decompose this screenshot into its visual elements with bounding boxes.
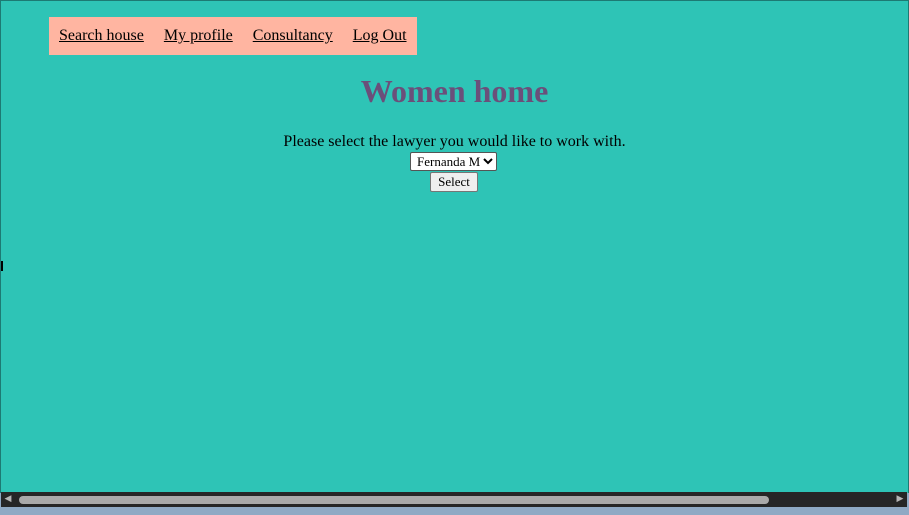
page-title: Women home bbox=[360, 73, 549, 109]
nav-link-consultancy[interactable]: Consultancy bbox=[253, 27, 333, 45]
scroll-right-arrow-icon[interactable]: ▶ bbox=[893, 492, 907, 507]
edge-marker bbox=[1, 261, 3, 271]
lawyer-select-wrapper: Fernanda M bbox=[410, 152, 497, 171]
page-viewport: Search house My profile Consultancy Log … bbox=[0, 0, 909, 493]
lawyer-select[interactable]: Fernanda M bbox=[410, 152, 497, 171]
scrollbar-thumb[interactable] bbox=[19, 496, 769, 504]
top-navigation: Search house My profile Consultancy Log … bbox=[49, 17, 417, 55]
horizontal-scrollbar[interactable]: ◀ ▶ bbox=[1, 492, 907, 507]
nav-link-log-out[interactable]: Log Out bbox=[353, 27, 407, 45]
nav-link-my-profile[interactable]: My profile bbox=[164, 27, 233, 45]
scroll-left-arrow-icon[interactable]: ◀ bbox=[1, 492, 15, 507]
select-button[interactable]: Select bbox=[430, 172, 478, 192]
lawyer-select-prompt: Please select the lawyer you would like … bbox=[283, 133, 626, 150]
nav-link-search-house[interactable]: Search house bbox=[59, 27, 144, 45]
